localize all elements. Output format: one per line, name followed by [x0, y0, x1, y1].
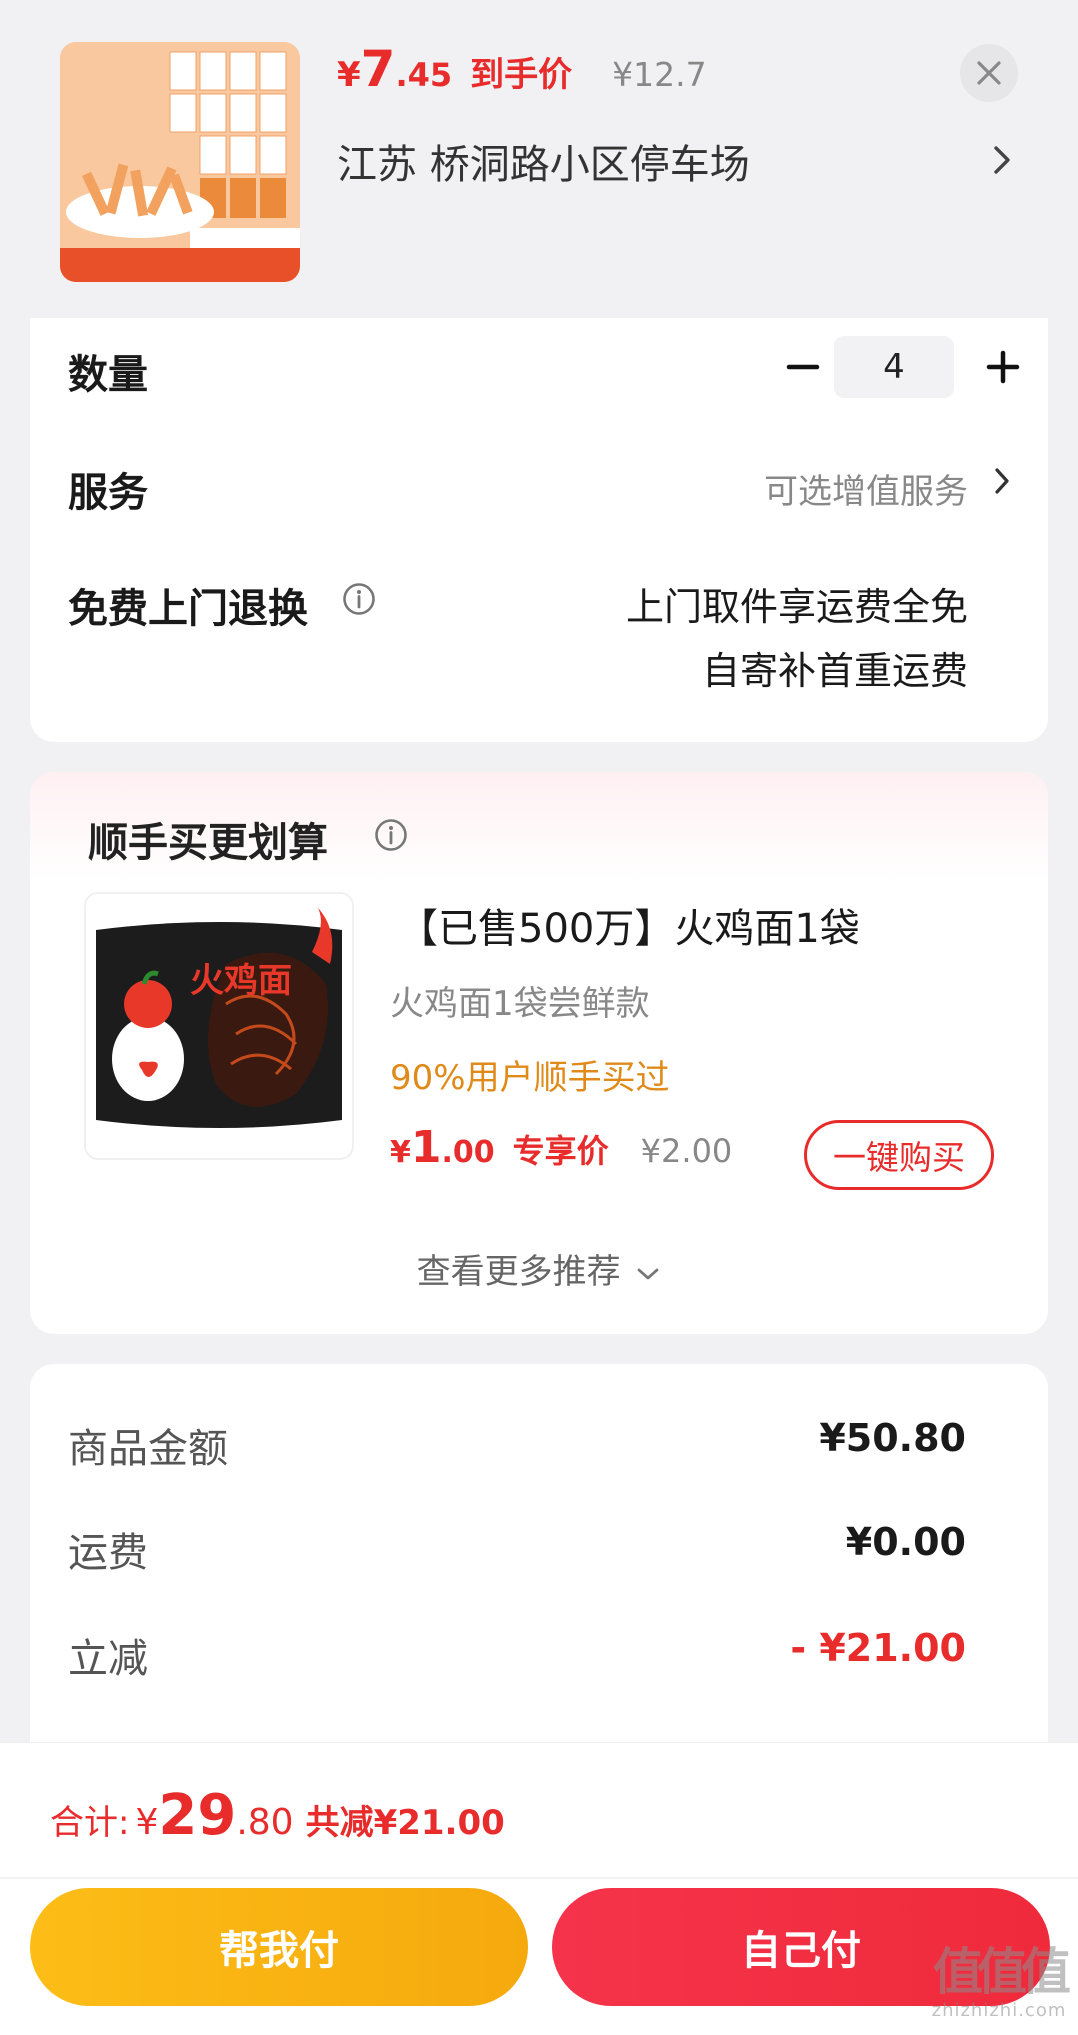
help-me-pay-button[interactable]: 帮我付 — [30, 1888, 528, 2006]
product-thumbnail-image — [60, 42, 300, 282]
summary-goods-value: ¥50.80 — [819, 1416, 966, 1460]
total-saving: 共减¥21.00 — [305, 1803, 505, 1843]
original-price: ¥12.7 — [612, 55, 707, 94]
close-icon — [977, 61, 1001, 85]
recommended-product-price: ¥ 1 .00 专享价 ¥2.00 — [390, 1122, 732, 1173]
watermark-url: zhizhizhi.com — [931, 2000, 1067, 2021]
original-price: ¥2.00 — [640, 1132, 733, 1170]
price-label: 专享价 — [512, 1132, 609, 1170]
free-return-label: 免费上门退换 — [68, 586, 308, 632]
price-label: 到手价 — [470, 55, 573, 95]
return-policy-line-2: 自寄补首重运费 — [701, 649, 968, 693]
total-label: 合计: — [50, 1803, 130, 1843]
recommended-product-tag: 90%用户顺手买过 — [390, 1058, 670, 1098]
chevron-right-icon[interactable] — [992, 464, 1012, 498]
product-header: ¥ 7 .45 到手价 ¥12.7 江苏 桥洞路小区停车场 — [0, 0, 1078, 318]
quantity-label: 数量 — [68, 352, 148, 398]
price-decimal: .00 — [441, 1135, 495, 1170]
recommended-product-variant: 火鸡面1袋尝鲜款 — [390, 984, 650, 1024]
more-recommendations-label: 查看更多推荐 — [416, 1252, 621, 1292]
summary-goods-label: 商品金额 — [68, 1426, 228, 1472]
price-integer: 1 — [410, 1122, 442, 1173]
summary-discount-value: - ¥21.00 — [790, 1626, 966, 1670]
recommended-product-title[interactable]: 【已售500万】火鸡面1袋 — [398, 896, 860, 954]
final-price: ¥ 7 .45 到手价 ¥12.7 — [337, 40, 707, 104]
total-integer: 29 — [158, 1783, 237, 1848]
close-button[interactable] — [960, 44, 1018, 102]
product-thumbnail[interactable] — [60, 42, 300, 282]
summary-shipping-label: 运费 — [68, 1530, 148, 1576]
return-policy-line-1: 上门取件享运费全免 — [625, 585, 968, 629]
price-symbol: ¥ — [337, 55, 361, 95]
info-icon[interactable] — [342, 582, 376, 616]
info-icon[interactable] — [374, 818, 408, 852]
summary-shipping-value: ¥0.00 — [845, 1520, 966, 1564]
price-symbol: ¥ — [390, 1135, 411, 1170]
recommendation-card: 顺手买更划算 火鸡面 【已售500万】火鸡面1袋 火鸡面1袋尝鲜款 90%用户顺… — [30, 772, 1048, 1334]
package-brand-text: 火鸡面 — [190, 961, 292, 1001]
divider — [0, 1877, 1078, 1879]
order-total: 合计: ¥ 29 .80 共减¥21.00 — [50, 1783, 505, 1848]
more-recommendations-link[interactable]: 查看更多推荐 — [30, 1244, 1048, 1293]
one-click-buy-button[interactable]: 一键购买 — [804, 1120, 994, 1190]
chevron-right-icon[interactable] — [990, 140, 1014, 180]
total-decimal: .80 — [236, 1802, 294, 1843]
summary-discount-label: 立减 — [68, 1636, 148, 1682]
minus-icon — [786, 364, 820, 370]
total-symbol: ¥ — [135, 1802, 159, 1843]
price-integer: 7 — [360, 40, 396, 98]
chevron-down-icon — [638, 1268, 659, 1279]
plus-icon — [986, 350, 1020, 384]
noodle-package-image: 火鸡面 — [86, 894, 352, 1158]
watermark: 值值值 zhizhizhi.com — [928, 1943, 1071, 2030]
quantity-decrease-button[interactable] — [778, 342, 828, 392]
quantity-input[interactable]: 4 — [834, 336, 954, 398]
watermark-logo: 值值值 — [933, 1943, 1071, 2001]
service-label: 服务 — [68, 470, 148, 516]
recommendation-title: 顺手买更划算 — [88, 820, 328, 866]
price-decimal: .45 — [395, 56, 453, 94]
quantity-increase-button[interactable] — [978, 342, 1028, 392]
recommended-product-image[interactable]: 火鸡面 — [84, 892, 354, 1160]
delivery-address[interactable]: 江苏 桥洞路小区停车场 — [337, 132, 750, 190]
order-options-card: 数量 4 服务 可选增值服务 免费上门退换 上门取件享运费全免 自寄补首重运费 — [30, 318, 1048, 742]
service-selector[interactable]: 可选增值服务 — [764, 464, 968, 513]
